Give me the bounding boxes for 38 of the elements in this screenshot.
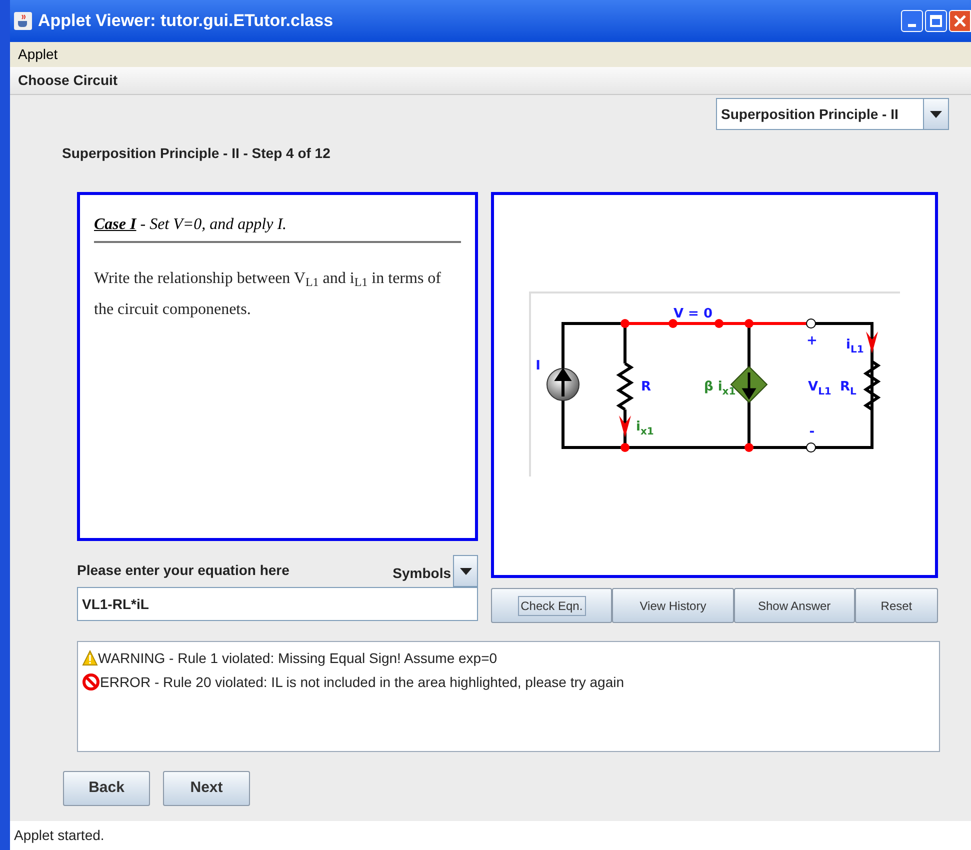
circuit-label: +: [806, 334, 818, 348]
nav-button[interactable]: Back: [63, 771, 150, 806]
circuit-label: V$_{L1}$: [808, 380, 832, 398]
maximize-button[interactable]: [925, 10, 947, 32]
warning-icon: [82, 650, 98, 666]
menu-item[interactable]: Applet: [18, 44, 58, 65]
circuit-label: i$_{x1}$: [636, 420, 654, 438]
window-title: Applet Viewer: tutor.gui.ETutor.class: [38, 10, 334, 32]
caret-icon: [930, 110, 942, 118]
message-text: WARNING - Rule 1 violated: Missing Equal Sign! Assume exp=0: [98, 648, 498, 668]
instruction-text: Write the relationship between V$_{L1}$ and i$_{L1}$ in terms of the circuit componenets.: [94, 269, 442, 320]
nav-button[interactable]: Next: [163, 771, 250, 806]
close-icon: [954, 15, 966, 27]
section-header: Choose Circuit: [18, 71, 118, 90]
step-title: Superposition Principle - II - Step 4 of 12: [62, 144, 332, 163]
caret-icon: [460, 568, 472, 574]
circuit-dropdown[interactable]: Superposition Principle - II: [716, 98, 949, 130]
action-button[interactable]: Check Eqn.: [491, 588, 612, 623]
circuit-label: I: [536, 358, 540, 374]
error-icon: [82, 673, 100, 691]
coffee-cup-icon: [14, 12, 32, 30]
minimize-button[interactable]: [901, 10, 923, 32]
symbols-dropdown[interactable]: Symbols: [392, 555, 478, 587]
circuit-label: i$_{L1}$: [846, 338, 864, 356]
circuit-label: R: [641, 380, 651, 394]
circuit-label: -: [809, 424, 815, 440]
message-text: ERROR - Rule 20 violated: IL is not included in the area highlighted, please try again: [100, 672, 624, 692]
equation-input[interactable]: VL1-RL*iL: [77, 587, 478, 621]
circuit-label: R$_{L}$: [840, 380, 856, 398]
close-button[interactable]: [949, 10, 971, 32]
action-button[interactable]: View History: [612, 588, 734, 623]
case-heading: Case I - Set V=0, and apply I.: [94, 213, 461, 243]
action-button[interactable]: Reset: [854, 588, 938, 623]
status-text: Applet started.: [14, 826, 104, 845]
equation-label: Please enter your equation here: [77, 561, 290, 580]
circuit-label: V = 0: [673, 306, 713, 322]
action-button[interactable]: Show Answer: [734, 588, 855, 623]
circuit-label: β i$_{x1}$: [704, 380, 736, 398]
